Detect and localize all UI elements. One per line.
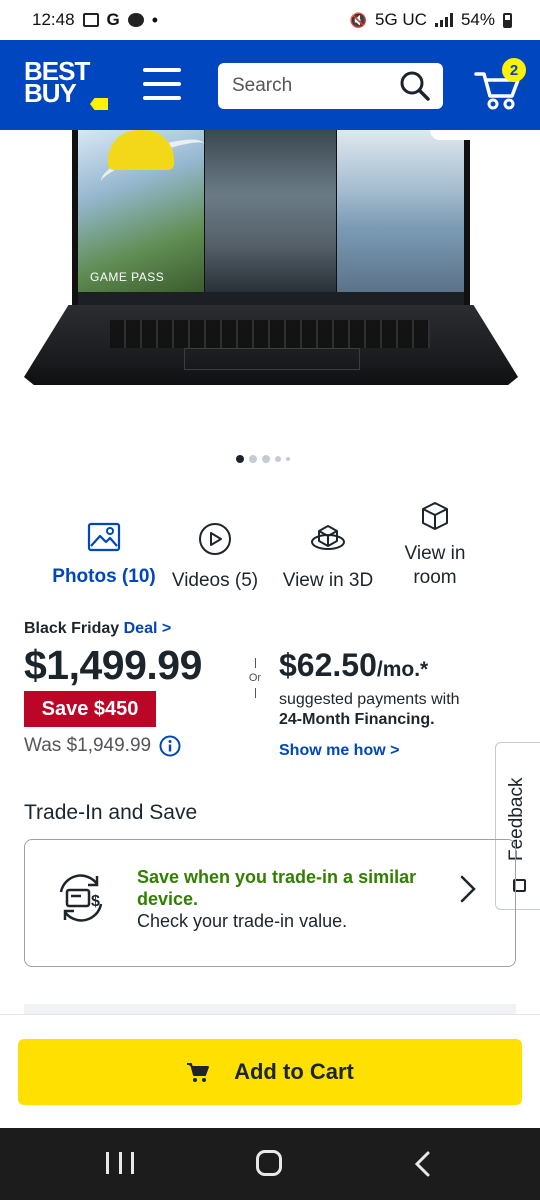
media-options: Photos (10) Videos (5) View in 3D View i…: [40, 500, 500, 600]
cube-icon: [422, 502, 448, 530]
monthly-suffix: /mo.*: [376, 658, 429, 681]
menu-button[interactable]: [143, 68, 181, 100]
deal-link[interactable]: Deal >: [124, 620, 172, 637]
best-buy-logo[interactable]: BEST BUY: [24, 58, 108, 112]
monthly-amount: $62.50: [279, 647, 377, 683]
recents-line: [106, 1152, 109, 1174]
status-right: 🔇 5G UC 54%: [350, 10, 512, 30]
current-price: $1,499.99: [24, 642, 202, 688]
info-icon[interactable]: [159, 735, 181, 757]
divider-line: [254, 688, 256, 698]
battery-percent: 54%: [460, 10, 495, 29]
recents-line: [131, 1152, 134, 1174]
monthly-payment: $62.50/mo.*: [279, 647, 428, 684]
back-icon[interactable]: [410, 1150, 436, 1178]
financing-text: suggested payments with: [279, 691, 460, 708]
trade-in-headline: Save when you trade-in a similar device.: [137, 867, 417, 909]
search-box[interactable]: [218, 63, 443, 109]
cart-count-badge: 2: [502, 58, 526, 82]
network-label: 5G UC: [375, 10, 427, 29]
add-to-cart-bar: Add to Cart: [0, 1014, 540, 1128]
view-in-room-line-1: View in: [404, 543, 466, 564]
hamburger-line: [143, 68, 181, 72]
system-nav-bar: [0, 1128, 540, 1200]
search-input[interactable]: [232, 75, 399, 97]
view-in-room-line-2: room: [413, 567, 457, 588]
videos-button[interactable]: Videos (5): [167, 522, 263, 592]
trade-in-icon: $: [59, 874, 103, 922]
carousel-dots: [236, 455, 290, 463]
carousel-dot[interactable]: [249, 455, 257, 463]
deal-line: Black Friday Deal >: [24, 620, 171, 638]
trade-in-subline: Check your trade-in value.: [137, 911, 348, 931]
signal-icon: [434, 13, 453, 27]
product-image-carousel[interactable]: GAME PASS: [0, 130, 540, 440]
search-icon[interactable]: [399, 70, 431, 102]
carousel-dot[interactable]: [286, 457, 290, 461]
gallery-notification-icon: [82, 13, 99, 27]
videos-label: Videos (5): [171, 570, 259, 591]
status-bar: 12:48 G • 🔇 5G UC 54%: [0, 0, 540, 40]
game-pass-label: GAME PASS: [90, 270, 165, 284]
yellow-car-graphic: [108, 130, 174, 170]
status-left: 12:48 G •: [32, 10, 158, 31]
recents-line: [118, 1152, 122, 1174]
recents-button[interactable]: [106, 1152, 134, 1176]
rotate-3d-icon: [311, 525, 345, 550]
play-icon: [199, 523, 231, 555]
cart-icon: [187, 1063, 210, 1082]
savings-badge: Save $450: [24, 691, 156, 727]
or-label: Or: [248, 672, 262, 684]
photo-icon: [87, 522, 121, 552]
laptop-screen: GAME PASS: [72, 130, 470, 310]
view-3d-button[interactable]: View in 3D: [276, 522, 380, 592]
photos-button[interactable]: Photos (10): [50, 522, 158, 588]
financing-term: 24-Month Financing.: [279, 711, 435, 728]
add-to-cart-button[interactable]: Add to Cart: [18, 1039, 522, 1105]
was-price: Was $1,949.99: [24, 735, 152, 756]
add-to-cart-label: Add to Cart: [234, 1059, 354, 1084]
battery-icon: [503, 12, 512, 28]
photos-label: Photos (10): [52, 566, 156, 587]
more-notifications-dot: •: [151, 9, 159, 30]
deal-prefix: Black Friday: [24, 620, 120, 637]
game-panel-starfield: [205, 130, 336, 292]
svg-text:$: $: [91, 893, 100, 910]
image-edge: [430, 130, 490, 140]
view-in-room-button[interactable]: View in room: [390, 500, 480, 590]
home-button[interactable]: [256, 1150, 282, 1176]
chat-notification-icon: [127, 13, 144, 27]
view-3d-label: View in 3D: [282, 570, 374, 591]
carousel-dot[interactable]: [262, 455, 270, 463]
game-panel-forza: GAME PASS: [78, 130, 210, 292]
cart-button[interactable]: 2: [472, 58, 526, 112]
was-price-row: Was $1,949.99: [24, 735, 181, 757]
hamburger-line: [143, 96, 181, 100]
keyboard-keys: [110, 320, 430, 348]
trade-in-title: Trade-In and Save: [24, 801, 198, 824]
google-notification-icon: G: [106, 10, 120, 29]
trade-in-card[interactable]: $ Save when you trade-in a similar devic…: [24, 839, 516, 967]
view-in-room-label: View in room: [390, 542, 480, 590]
game-panel-flight: [337, 130, 464, 292]
chevron-right-icon: [460, 875, 476, 903]
hamburger-line: [143, 82, 181, 86]
mute-icon: 🔇: [349, 11, 367, 28]
trackpad: [184, 348, 360, 370]
show-me-how-link[interactable]: Show me how >: [279, 742, 399, 760]
status-time: 12:48: [32, 10, 75, 29]
divider-line: [254, 658, 256, 668]
carousel-dot[interactable]: [275, 456, 281, 462]
site-header: BEST BUY 2: [0, 40, 540, 130]
carousel-dot[interactable]: [236, 455, 244, 463]
or-divider: Or: [246, 658, 264, 698]
